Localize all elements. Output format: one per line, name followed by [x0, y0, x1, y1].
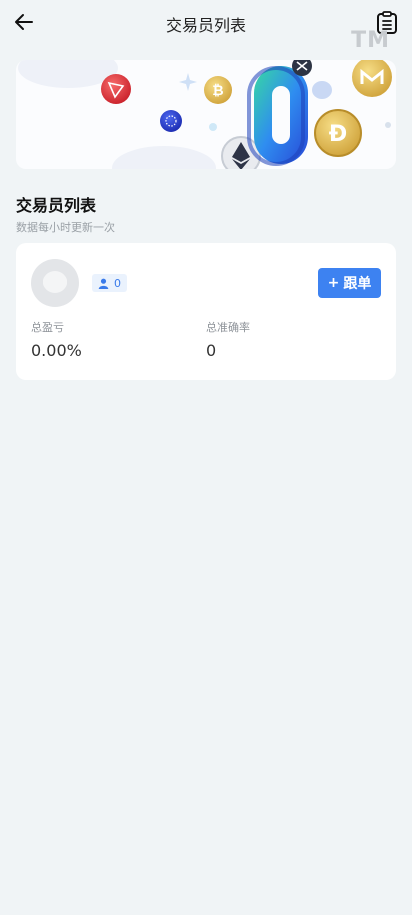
accuracy-value: 0 [206, 341, 217, 360]
total-pnl-label: 总盈亏 [31, 321, 64, 334]
plus-icon: + [327, 275, 340, 291]
top-bar: 交易员列表 TM [0, 0, 412, 53]
promo-banner[interactable]: ₿ Ð [16, 60, 396, 169]
zero-digit-graphic [247, 66, 308, 166]
avatar[interactable] [31, 259, 79, 307]
follower-count-badge: 0 [92, 274, 127, 292]
user-icon [98, 278, 109, 289]
section-title: 交易员列表 [16, 196, 97, 215]
total-pnl-value: 0.00% [31, 341, 82, 360]
follower-count: 0 [114, 276, 121, 290]
copy-trade-label: 跟单 [343, 276, 372, 292]
crypto-banner-illustration: ₿ Ð [18, 60, 392, 169]
update-frequency-note: 数据每小时更新一次 [16, 221, 115, 234]
cardano-coin-icon [160, 110, 182, 132]
trader-card[interactable]: 0 + 跟单 总盈亏 0.00% 总准确率 0 [16, 243, 396, 380]
monero-coin-icon [352, 60, 392, 97]
bitcoin-coin-icon: ₿ [204, 76, 232, 104]
accuracy-label: 总准确率 [206, 321, 250, 334]
copy-trade-button[interactable]: + 跟单 [318, 268, 381, 298]
tron-coin-icon [101, 74, 131, 104]
svg-text:Ð: Ð [329, 122, 347, 147]
default-avatar-icon [43, 271, 67, 293]
svg-text:₿: ₿ [212, 83, 223, 99]
dogecoin-coin-icon: Ð [314, 109, 362, 157]
watermark-logo: TM [351, 28, 390, 53]
